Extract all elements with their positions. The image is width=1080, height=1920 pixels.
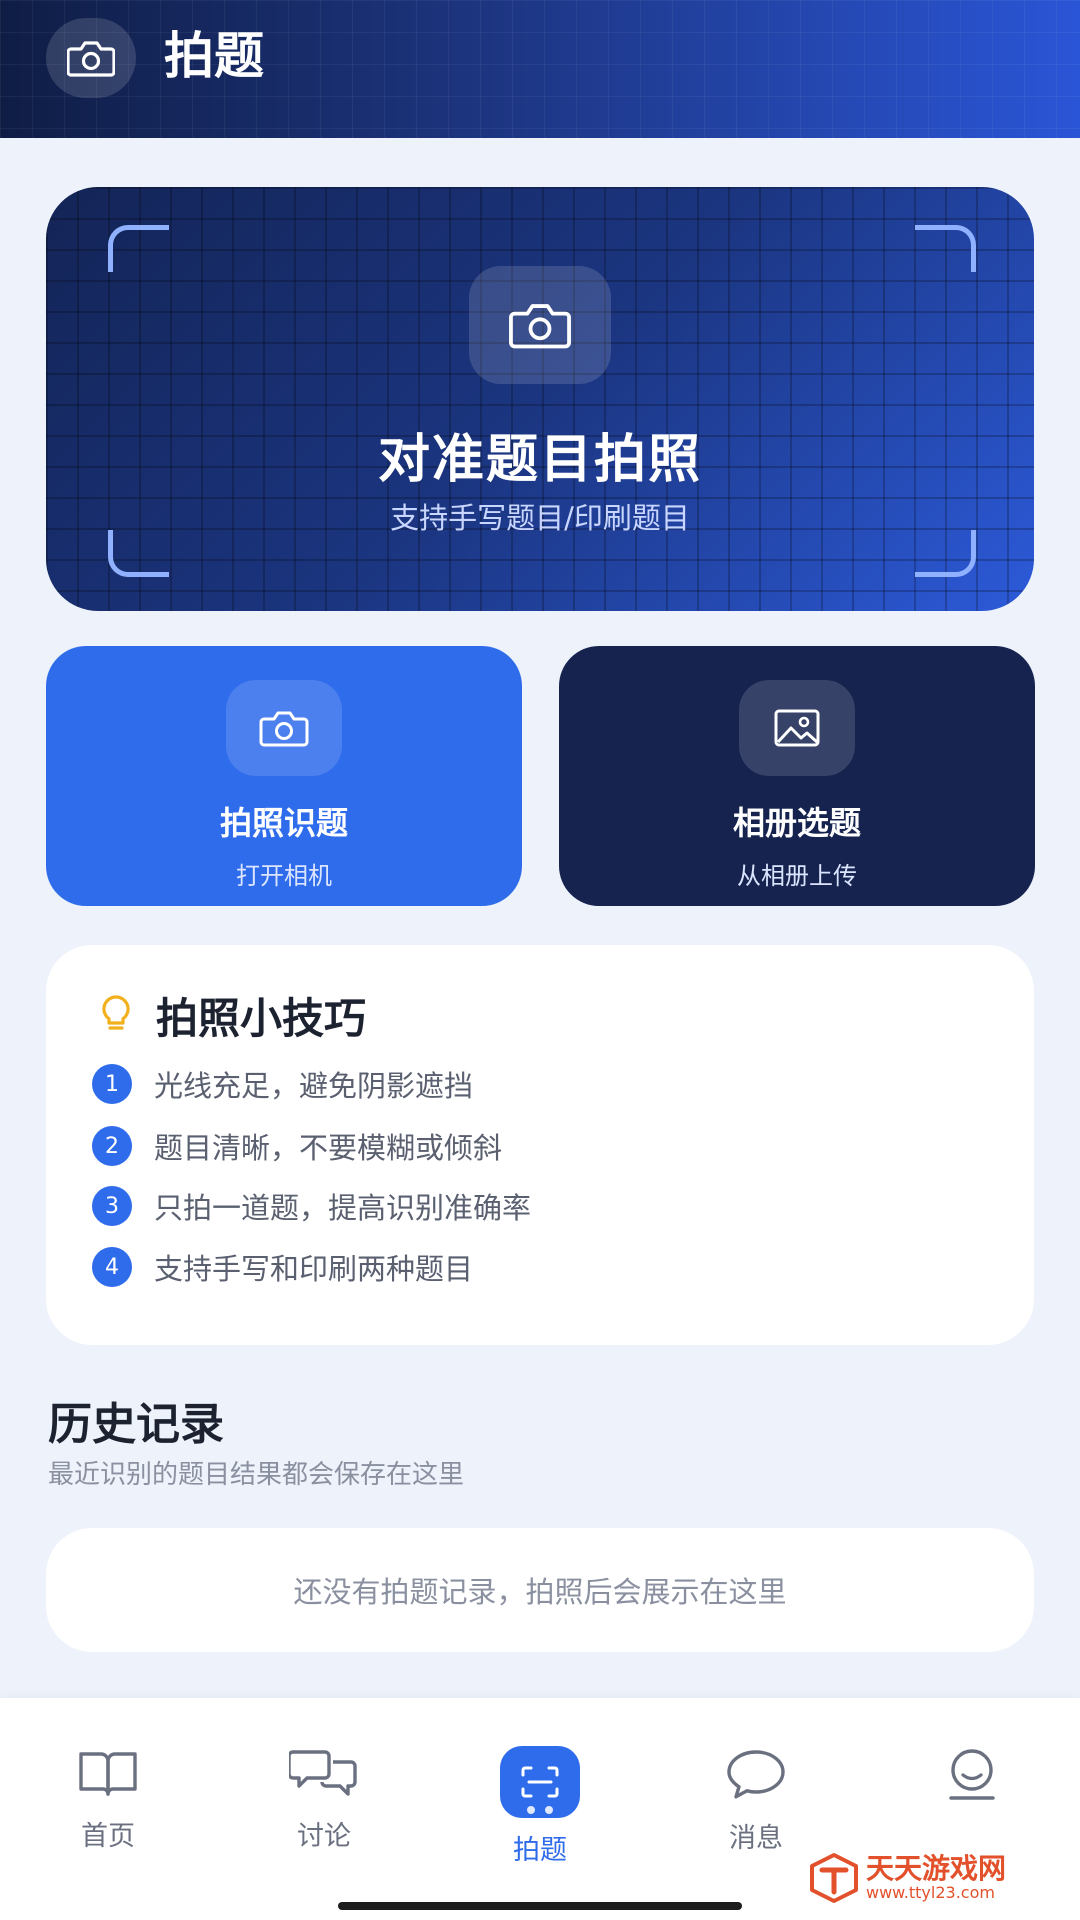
frame-corner-top-right [915, 225, 976, 272]
watermark-url: www.ttyl23.com [866, 1883, 995, 1902]
history-empty-state: 还没有拍题记录，拍照后会展示在这里 [46, 1528, 1034, 1652]
photo-tips-card: 拍照小技巧 1 光线充足，避免阴影遮挡 2 题目清晰，不要模糊或倾斜 3 只拍一… [46, 945, 1034, 1345]
lightbulb-icon [98, 993, 134, 1039]
nav-item-scan[interactable]: 拍题 [470, 1746, 610, 1867]
tip-text: 题目清晰，不要模糊或倾斜 [154, 1131, 503, 1165]
history-empty-text: 还没有拍题记录，拍照后会展示在这里 [293, 1575, 787, 1609]
tips-title: 拍照小技巧 [156, 994, 367, 1043]
tip-number: 4 [92, 1247, 132, 1287]
tip-item: 1 光线充足，避免阴影遮挡 [92, 1063, 473, 1105]
top-header: 拍题 [0, 0, 1080, 138]
image-icon [739, 680, 855, 776]
nav-label: 讨论 [297, 1821, 351, 1852]
nav-label: 消息 [729, 1823, 783, 1854]
tip-text: 支持手写和印刷两种题目 [154, 1252, 474, 1286]
take-photo-title: 拍照识题 [219, 804, 348, 842]
home-indicator [338, 1902, 742, 1910]
tip-item: 3 只拍一道题，提高识别准确率 [92, 1185, 531, 1227]
take-photo-button[interactable]: 拍照识题 打开相机 [46, 646, 522, 906]
hero-subtitle: 支持手写题目/印刷题目 [390, 501, 690, 535]
hero-title: 对准题目拍照 [377, 430, 702, 490]
tip-number: 3 [92, 1186, 132, 1226]
nav-item-discussion[interactable]: 讨论 [254, 1748, 394, 1853]
nav-label: 拍题 [513, 1835, 567, 1866]
nav-label: 首页 [81, 1821, 135, 1852]
watermark: 天天游戏网 www.ttyl23.com [808, 1852, 1006, 1904]
watermark-name: 天天游戏网 [866, 1852, 1007, 1885]
take-photo-subtitle: 打开相机 [236, 862, 332, 890]
tip-text: 光线充足，避免阴影遮挡 [154, 1069, 474, 1103]
watermark-text: 天天游戏网 www.ttyl23.com [866, 1854, 1006, 1902]
album-subtitle: 从相册上传 [737, 862, 857, 890]
tip-item: 4 支持手写和印刷两种题目 [92, 1246, 473, 1288]
message-icon [725, 1748, 787, 1804]
tip-item: 2 题目清晰，不要模糊或倾斜 [92, 1125, 502, 1167]
tip-number: 2 [92, 1126, 132, 1166]
choose-from-album-button[interactable]: 相册选题 从相册上传 [559, 646, 1035, 906]
profile-icon [943, 1748, 1001, 1806]
chat-bubbles-icon [287, 1748, 359, 1802]
tips-header: 拍照小技巧 [98, 985, 366, 1046]
album-title: 相册选题 [732, 804, 861, 842]
frame-corner-bottom-left [108, 530, 169, 577]
tip-number: 1 [92, 1064, 132, 1104]
page-dots [522, 1806, 558, 1814]
nav-item-messages[interactable]: 消息 [686, 1748, 826, 1855]
book-icon [77, 1748, 139, 1802]
nav-item-home[interactable]: 首页 [38, 1748, 178, 1853]
history-title: 历史记录 [48, 1399, 224, 1450]
frame-corner-bottom-right [915, 530, 976, 577]
camera-icon [46, 18, 136, 98]
page-title: 拍题 [164, 27, 264, 85]
history-subtitle: 最近识别的题目结果都会保存在这里 [48, 1460, 465, 1490]
camera-icon [469, 266, 611, 384]
camera-icon [226, 680, 342, 776]
nav-item-profile[interactable] [902, 1748, 1042, 1818]
scan-icon [500, 1746, 580, 1818]
scan-hero-card[interactable]: 对准题目拍照 支持手写题目/印刷题目 [46, 187, 1034, 611]
watermark-logo-icon [808, 1852, 860, 1904]
frame-corner-top-left [108, 225, 169, 272]
tip-text: 只拍一道题，提高识别准确率 [154, 1191, 532, 1225]
